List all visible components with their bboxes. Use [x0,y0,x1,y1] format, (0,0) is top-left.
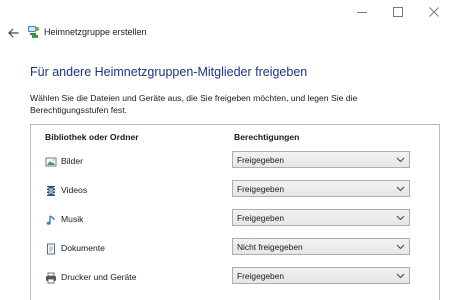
permission-select-drucker[interactable]: Freigegeben [232,267,410,284]
row-label-musik: Musik [61,214,84,224]
table-row: Musik Freigegeben [31,209,439,231]
permission-select-bilder[interactable]: Freigegeben [232,151,410,168]
sharing-table: Bibliothek oder Ordner Berechtigungen Bi… [30,124,440,300]
permission-select-dokumente[interactable]: Nicht freigegeben [232,238,410,255]
page-heading: Für andere Heimnetzgruppen-Mitglieder fr… [30,65,308,79]
chevron-down-icon [396,157,405,163]
permission-select-musik[interactable]: Freigegeben [232,209,410,226]
table-row: Bilder Freigegeben [31,151,439,173]
row-label-drucker: Drucker und Geräte [61,272,137,282]
chevron-down-icon [396,244,405,250]
music-icon [45,213,57,225]
minimize-icon [357,11,367,13]
maximize-icon [393,7,403,17]
row-label-videos: Videos [61,185,88,195]
documents-icon [45,242,57,255]
close-icon [429,7,439,17]
select-value: Freigegeben [237,213,285,223]
title-bar [0,0,450,30]
back-arrow-icon [7,28,18,38]
select-value: Freigegeben [237,155,285,165]
minimize-button[interactable] [344,0,380,24]
table-row: Dokumente Nicht freigegeben [31,238,439,260]
back-button[interactable] [4,24,22,42]
select-value: Nicht freigegeben [237,242,303,252]
permission-select-videos[interactable]: Freigegeben [232,180,410,197]
page-description: Wählen Sie die Dateien und Geräte aus, d… [30,93,358,115]
chevron-down-icon [396,215,405,221]
select-value: Freigegeben [237,271,285,281]
chevron-down-icon [396,186,405,192]
homegroup-icon [26,25,40,39]
maximize-button[interactable] [380,0,416,24]
window-title: Heimnetzgruppe erstellen [44,27,147,37]
select-value: Freigegeben [237,184,285,194]
row-label-dokumente: Dokumente [61,243,105,253]
pictures-icon [45,155,57,167]
row-label-bilder: Bilder [61,156,83,166]
printer-icon [45,271,57,284]
videos-icon [45,184,57,196]
table-row: Drucker und Geräte Freigegeben [31,267,439,289]
column-header-permissions: Berechtigungen [234,132,300,142]
table-row: Videos Freigegeben [31,180,439,202]
chevron-down-icon [396,273,405,279]
column-header-library: Bibliothek oder Ordner [45,132,139,142]
close-button[interactable] [416,0,450,24]
